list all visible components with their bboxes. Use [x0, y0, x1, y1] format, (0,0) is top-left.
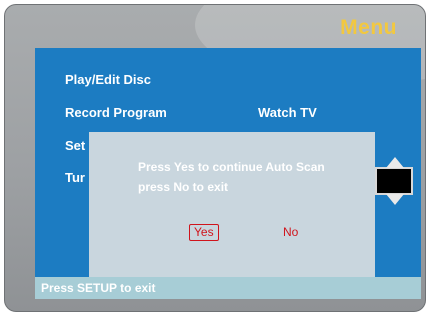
- menu-item-setup-label: Set: [65, 138, 86, 153]
- yes-button[interactable]: Yes: [189, 224, 219, 241]
- no-button[interactable]: No: [279, 224, 302, 241]
- scroll-selector[interactable]: [375, 167, 413, 195]
- dialog-message-line-1: Press Yes to continue Auto Scan: [138, 160, 325, 174]
- menu-item-tuner-partial[interactable]: Tur: [65, 170, 88, 185]
- menu-item-tuner-label: Tur: [65, 170, 85, 185]
- menu-item-record-program[interactable]: Record Program: [65, 105, 167, 120]
- status-hint: Press SETUP to exit: [41, 281, 156, 295]
- menu-item-setup-partial[interactable]: Set: [65, 138, 88, 153]
- scroll-down-arrow-icon[interactable]: [386, 194, 404, 205]
- scroll-up-arrow-icon[interactable]: [386, 157, 404, 168]
- status-bar: Press SETUP to exit: [35, 277, 421, 299]
- tv-frame: Menu Play/Edit Disc Record Program Watch…: [4, 4, 426, 312]
- auto-scan-dialog: Press Yes to continue Auto Scan press No…: [89, 132, 375, 292]
- dialog-message-line-2: press No to exit: [138, 180, 229, 194]
- menu-item-play-edit-disc[interactable]: Play/Edit Disc: [65, 72, 151, 87]
- menu-title: Menu: [340, 16, 397, 39]
- menu-item-watch-tv[interactable]: Watch TV: [258, 105, 317, 120]
- menu-screen: Play/Edit Disc Record Program Watch TV S…: [35, 48, 421, 299]
